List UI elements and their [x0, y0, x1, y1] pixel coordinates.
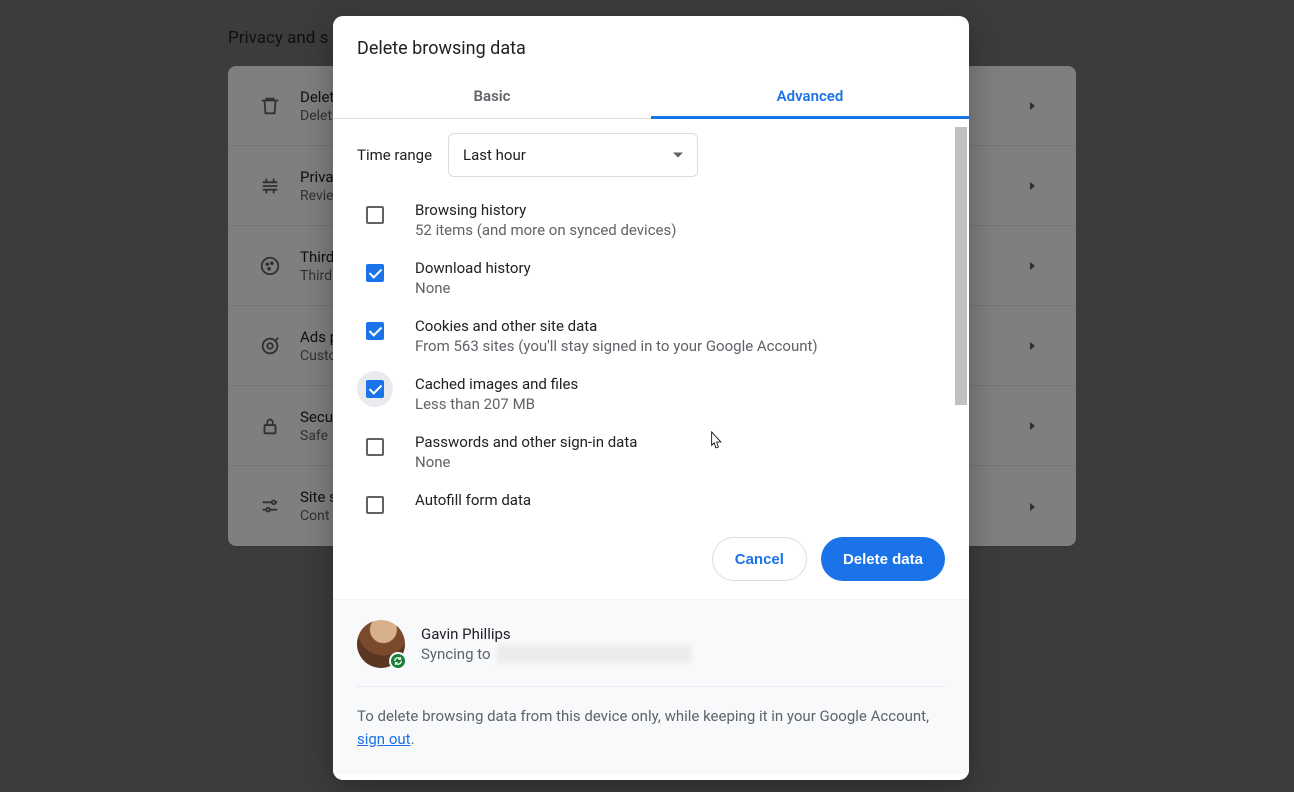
dialog-scroll-area[interactable]: Time range Last hour Browsing history 52… [333, 119, 969, 521]
option-label: Cached images and files [415, 375, 578, 393]
checkbox-autofill[interactable] [366, 496, 384, 514]
option-sublabel: Less than 207 MB [415, 395, 578, 413]
option-label: Cookies and other site data [415, 317, 818, 335]
delete-browsing-data-dialog: Delete browsing data Basic Advanced Time… [333, 16, 969, 780]
checkbox-browsing-history[interactable] [366, 206, 384, 224]
option-sublabel: From 563 sites (you'll stay signed in to… [415, 337, 818, 355]
option-sublabel: None [415, 279, 531, 297]
delete-data-button[interactable]: Delete data [821, 537, 945, 581]
option-browsing-history: Browsing history 52 items (and more on s… [357, 191, 945, 249]
profile-sync-status: Syncing to [421, 645, 691, 663]
dialog-tabs: Basic Advanced [333, 73, 969, 119]
dialog-footer: Cancel Delete data [333, 521, 969, 599]
checkbox-cached-images[interactable] [366, 380, 384, 398]
checkbox-download-history[interactable] [366, 264, 384, 282]
sign-out-link[interactable]: sign out [357, 730, 411, 748]
scrollbar-thumb[interactable] [955, 127, 967, 405]
cancel-button[interactable]: Cancel [712, 537, 807, 581]
option-autofill: Autofill form data [357, 481, 945, 521]
option-cached-images: Cached images and files Less than 207 MB [357, 365, 945, 423]
dialog-title: Delete browsing data [333, 16, 969, 73]
checkbox-cookies[interactable] [366, 322, 384, 340]
time-range-label: Time range [357, 146, 432, 164]
time-range-select[interactable]: Last hour [448, 133, 698, 177]
sync-info-section: Gavin Phillips Syncing to To delete brow… [333, 599, 969, 774]
checkbox-passwords[interactable] [366, 438, 384, 456]
tab-basic[interactable]: Basic [333, 73, 651, 118]
avatar [357, 620, 405, 668]
option-cookies: Cookies and other site data From 563 sit… [357, 307, 945, 365]
profile-name: Gavin Phillips [421, 625, 691, 643]
redacted-email [497, 645, 691, 663]
option-sublabel: 52 items (and more on synced devices) [415, 221, 676, 239]
option-label: Autofill form data [415, 491, 531, 509]
data-type-list: Browsing history 52 items (and more on s… [357, 191, 945, 521]
option-sublabel: None [415, 453, 637, 471]
time-range-value: Last hour [463, 146, 526, 164]
option-download-history: Download history None [357, 249, 945, 307]
option-passwords: Passwords and other sign-in data None [357, 423, 945, 481]
dropdown-caret-icon [673, 153, 683, 158]
option-label: Browsing history [415, 201, 676, 219]
sync-badge-icon [389, 652, 407, 670]
option-label: Download history [415, 259, 531, 277]
sync-note: To delete browsing data from this device… [357, 687, 945, 750]
profile-row: Gavin Phillips Syncing to [357, 620, 945, 687]
option-label: Passwords and other sign-in data [415, 433, 637, 451]
tab-advanced[interactable]: Advanced [651, 73, 969, 118]
